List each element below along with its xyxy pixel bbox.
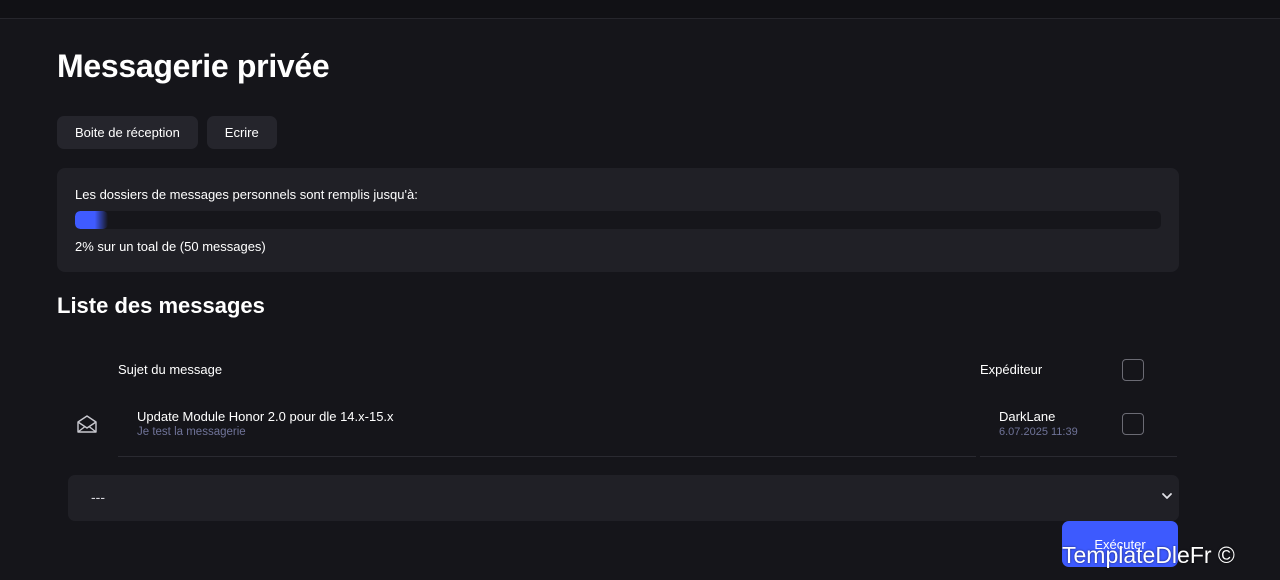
message-sender[interactable]: DarkLane — [999, 409, 1055, 424]
column-header-subject: Sujet du message — [118, 362, 223, 377]
column-header-sender: Expéditeur — [980, 362, 1043, 377]
message-list-title: Liste des messages — [57, 293, 265, 318]
tab-inbox[interactable]: Boite de réception — [57, 116, 198, 149]
chevron-down-icon — [1162, 493, 1172, 499]
envelope-open-icon — [77, 415, 97, 433]
mail-tabs: Boite de réception Ecrire — [57, 116, 277, 149]
message-subject-link[interactable]: Update Module Honor 2.0 pour dle 14.x-15… — [137, 409, 394, 424]
row-divider — [118, 456, 976, 457]
action-select[interactable]: --- — [68, 475, 1179, 521]
row-checkbox[interactable] — [1122, 413, 1144, 435]
quota-progress-bar — [75, 211, 1161, 229]
tab-write[interactable]: Ecrire — [206, 116, 277, 149]
select-all-checkbox[interactable] — [1122, 359, 1144, 381]
watermark: TemplateDleFr © — [1062, 542, 1235, 568]
page-title: Messagerie privée — [57, 48, 330, 84]
quota-info: 2% sur un toal de (50 messages) — [75, 239, 266, 254]
row-divider — [980, 456, 1177, 457]
message-preview: Je test la messagerie — [137, 426, 246, 438]
top-bar — [0, 0, 1280, 19]
message-date: 6.07.2025 11:39 — [999, 426, 1078, 438]
action-select-value: --- — [91, 489, 105, 505]
quota-progress-fill — [75, 211, 108, 229]
quota-panel: Les dossiers de messages personnels sont… — [57, 168, 1179, 272]
quota-label: Les dossiers de messages personnels sont… — [75, 187, 418, 202]
